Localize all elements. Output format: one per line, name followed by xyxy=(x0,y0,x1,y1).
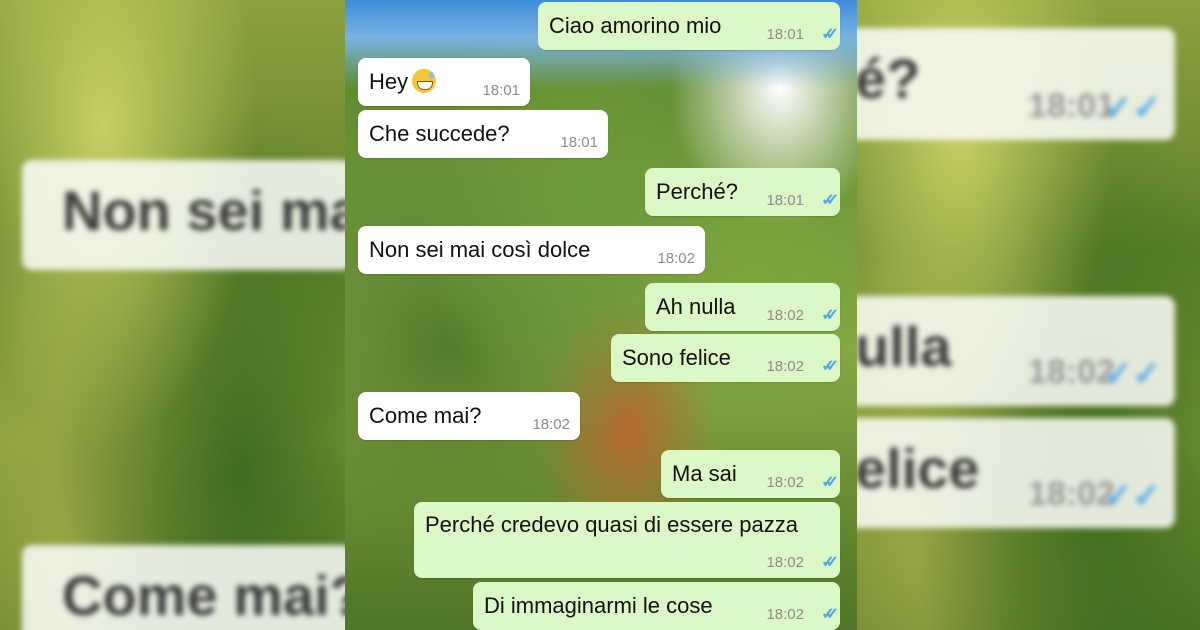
message-text: Di immaginarmi le cose xyxy=(484,593,713,618)
message-time: 18:02 xyxy=(766,307,804,324)
blurred-bubble: é? 18:01 ✓✓ xyxy=(855,28,1175,140)
blurred-bubble-text: é? xyxy=(855,47,921,110)
message-time: 18:02 xyxy=(532,416,570,433)
message-bubble-outgoing[interactable]: Perché? 18:01 ✓✓ xyxy=(645,168,840,216)
message-time: 18:01 xyxy=(560,134,598,151)
blurred-bubble-text: Come mai? xyxy=(62,564,345,627)
blurred-bubble: Non sei ma xyxy=(22,160,345,270)
message-bubble-incoming[interactable]: Hey 18:01 xyxy=(358,58,530,106)
blurred-bubble-time: 18:02 xyxy=(1028,353,1115,391)
message-time: 18:01 xyxy=(766,192,804,209)
message-bubble-incoming[interactable]: Come mai? 18:02 xyxy=(358,392,580,440)
message-time: 18:02 xyxy=(766,474,804,491)
message-bubble-incoming[interactable]: Non sei mai così dolce 18:02 xyxy=(358,226,705,274)
message-bubble-outgoing[interactable]: Ciao amorino mio 18:01 ✓✓ xyxy=(538,2,840,50)
message-text: Che succede? xyxy=(369,121,510,146)
message-text: Perché credevo quasi di essere pazza xyxy=(425,512,798,537)
double-check-icon: ✓✓ xyxy=(821,358,839,375)
double-check-icon: ✓✓ xyxy=(821,606,839,623)
message-text: Ciao amorino mio xyxy=(549,13,722,38)
double-check-icon: ✓✓ xyxy=(821,26,839,43)
double-check-icon: ✓✓ xyxy=(1104,89,1161,127)
message-bubble-outgoing[interactable]: Ma sai 18:02 ✓✓ xyxy=(661,450,840,498)
blurred-bubble: ulla 18:02 ✓✓ xyxy=(855,296,1175,406)
message-bubble-outgoing[interactable]: Ah nulla 18:02 ✓✓ xyxy=(645,283,840,331)
message-bubble-outgoing[interactable]: Sono felice 18:02 ✓✓ xyxy=(611,334,840,382)
double-check-icon: ✓✓ xyxy=(821,554,839,571)
message-time: 18:01 xyxy=(482,82,520,99)
double-check-icon: ✓✓ xyxy=(1104,355,1161,393)
message-text: Perché? xyxy=(656,179,738,204)
message-time: 18:02 xyxy=(766,554,804,571)
message-bubble-incoming[interactable]: Che succede? 18:01 xyxy=(358,110,608,158)
message-text: Non sei mai così dolce xyxy=(369,237,591,262)
sweat-smile-emoji-icon xyxy=(412,69,437,93)
blurred-bubble-text: elice xyxy=(855,437,980,500)
blurred-bubble-text: Non sei ma xyxy=(62,179,345,242)
message-bubble-outgoing[interactable]: Di immaginarmi le cose 18:02 ✓✓ xyxy=(473,582,840,630)
message-time: 18:01 xyxy=(766,26,804,43)
blurred-bubble: elice 18:02 ✓✓ xyxy=(855,418,1175,528)
message-time: 18:02 xyxy=(766,358,804,375)
message-text: Come mai? xyxy=(369,403,482,428)
blurred-bubble-time: 18:01 xyxy=(1028,87,1115,125)
blurred-bubble-text: ulla xyxy=(855,315,952,378)
message-text: Ah nulla xyxy=(656,294,736,319)
message-bubble-outgoing[interactable]: Perché credevo quasi di essere pazza 18:… xyxy=(414,502,840,578)
double-check-icon: ✓✓ xyxy=(821,474,839,491)
double-check-icon: ✓✓ xyxy=(821,192,839,209)
message-time: 18:02 xyxy=(657,250,695,267)
message-text: Hey xyxy=(369,69,437,95)
chat-conversation[interactable]: Ciao amorino mio 18:01 ✓✓ Hey 18:01 Che … xyxy=(345,0,857,630)
double-check-icon: ✓✓ xyxy=(821,307,839,324)
message-text: Ma sai xyxy=(672,461,737,486)
blurred-bubble-time: 18:02 xyxy=(1028,475,1115,513)
double-check-icon: ✓✓ xyxy=(1104,477,1161,515)
blurred-bubble: Come mai? xyxy=(22,545,345,630)
blurred-backdrop-left: Non sei ma Come mai? xyxy=(0,0,345,630)
message-text: Sono felice xyxy=(622,345,731,370)
blurred-backdrop-right: é? 18:01 ✓✓ ulla 18:02 ✓✓ elice 18:02 ✓✓ xyxy=(855,0,1200,630)
message-time: 18:02 xyxy=(766,606,804,623)
